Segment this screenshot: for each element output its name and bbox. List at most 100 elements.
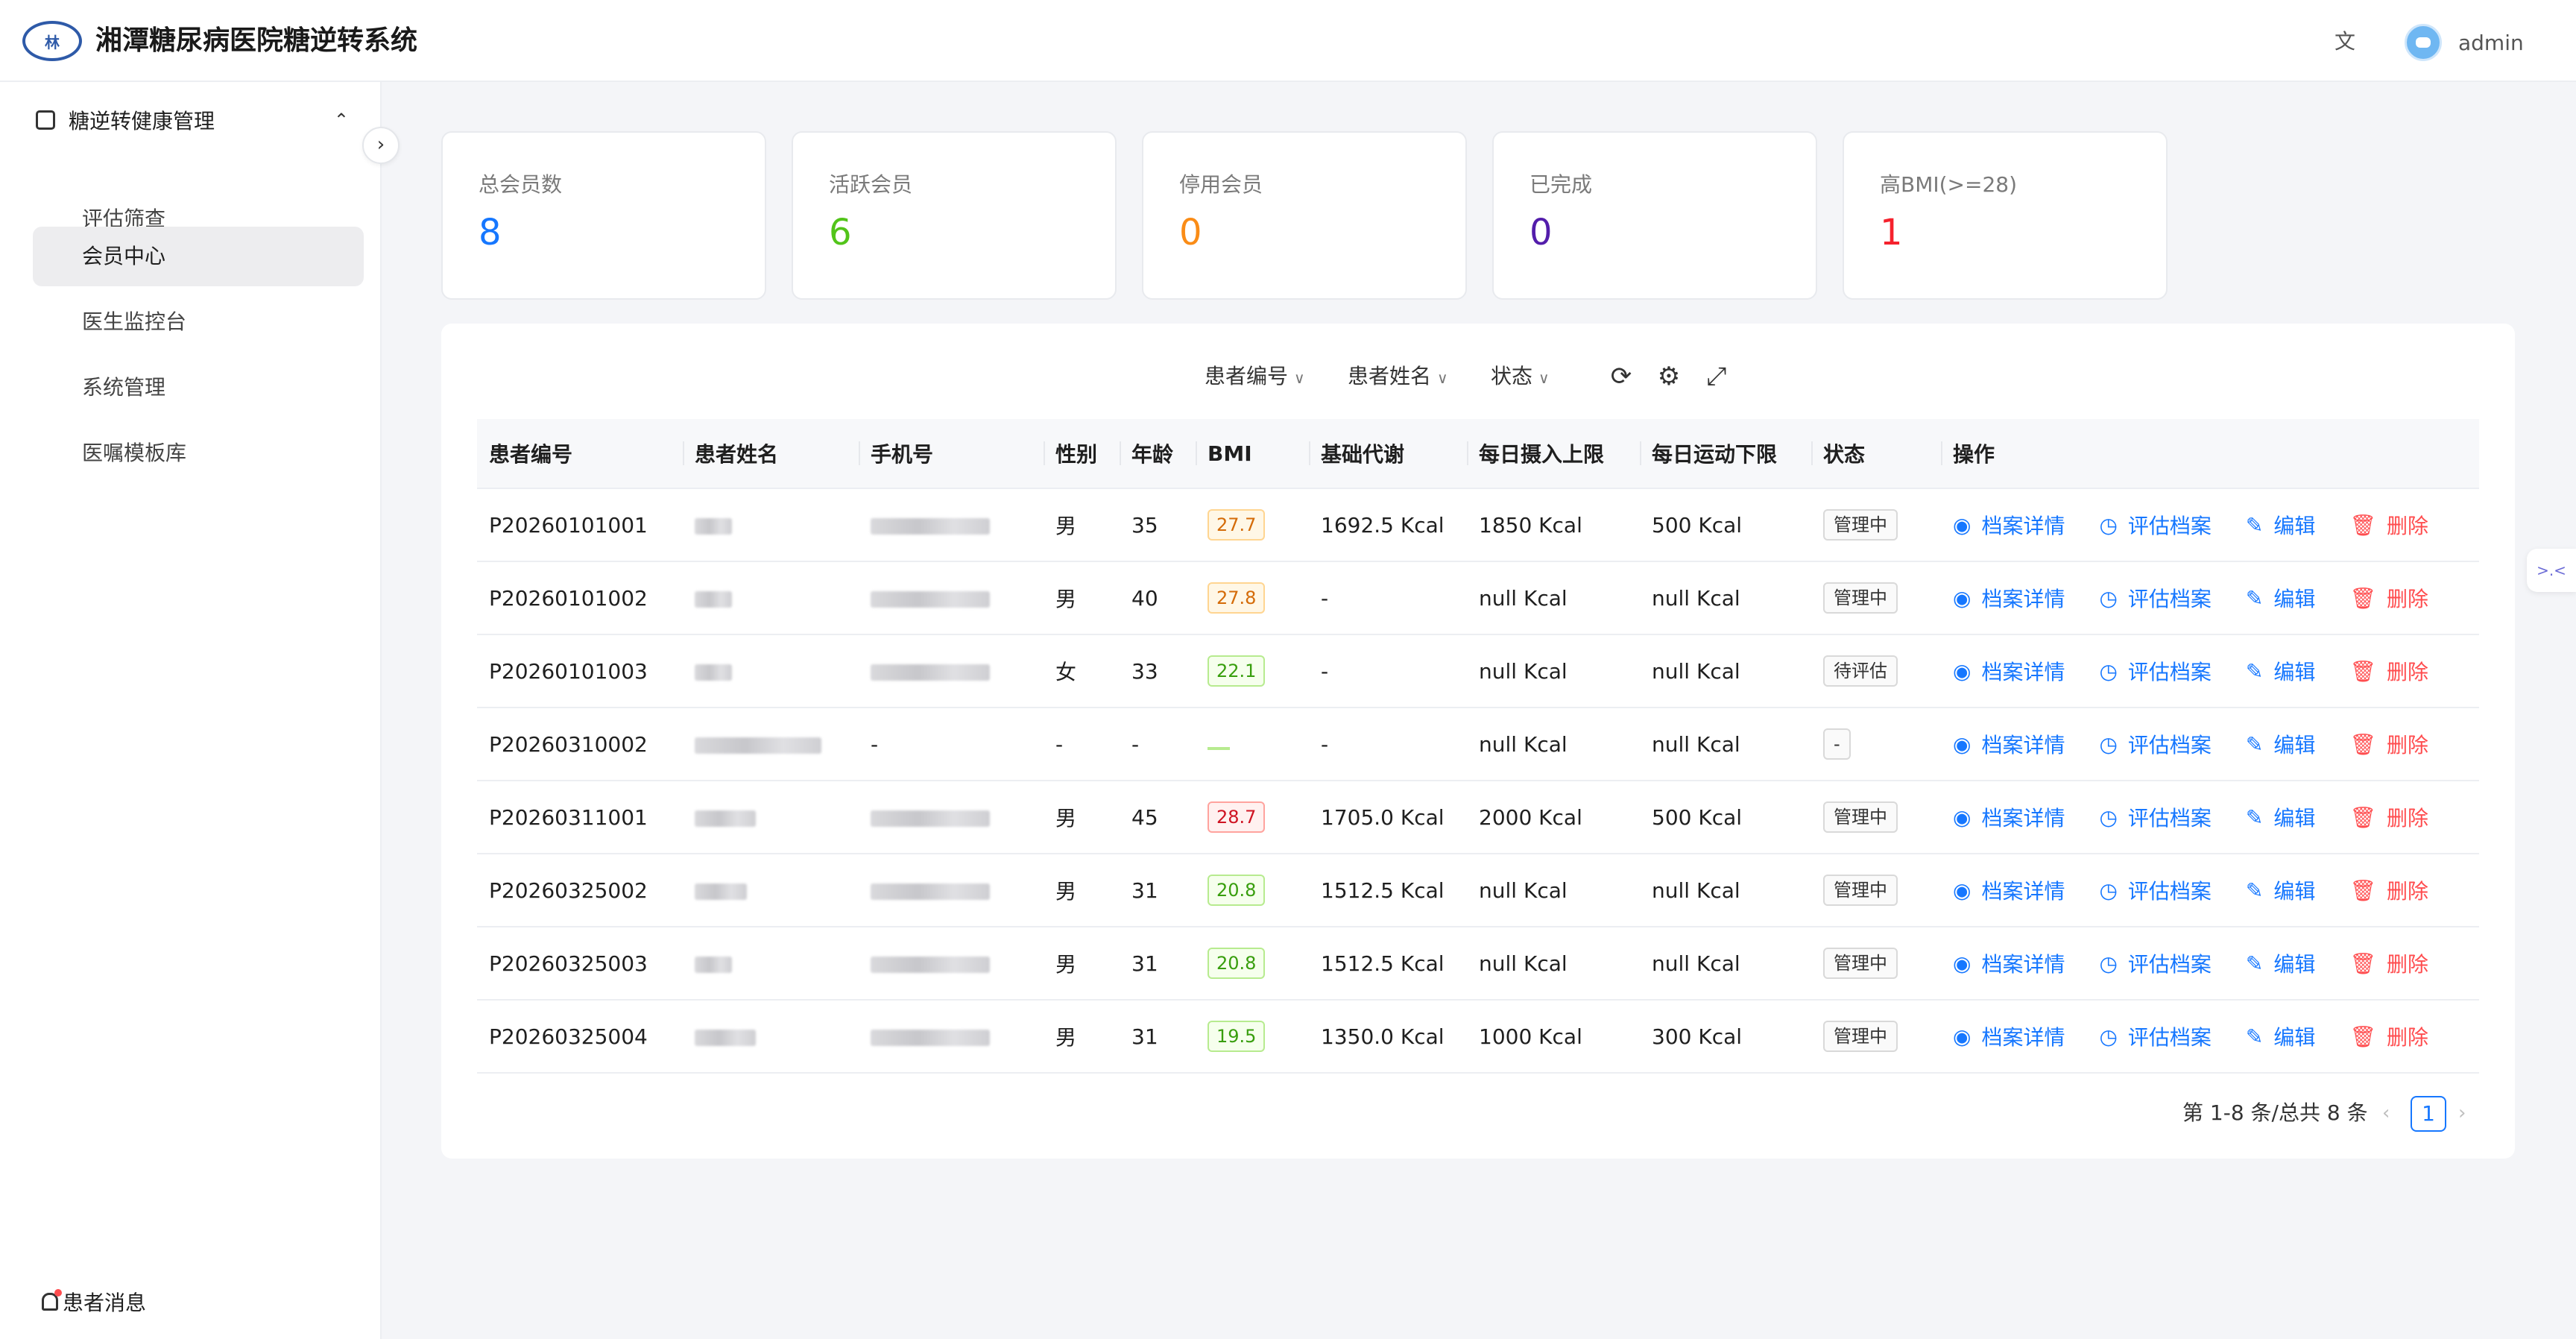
- sidebar-item-member-center[interactable]: 会员中心: [33, 227, 364, 286]
- next-page-icon[interactable]: ›: [2458, 1094, 2466, 1132]
- fullscreen-icon[interactable]: ⤢: [1698, 358, 1735, 395]
- view-profile-link[interactable]: ◉ 档案详情: [1953, 656, 2065, 686]
- delete-label: 删除: [2386, 879, 2428, 904]
- user-avatar[interactable]: [2405, 24, 2442, 61]
- column-header[interactable]: 患者姓名: [683, 419, 859, 489]
- delete-link[interactable]: 🗑 删除: [2349, 875, 2428, 905]
- view-profile-link[interactable]: ◉ 档案详情: [1953, 948, 2065, 978]
- health-box-icon: [36, 110, 55, 130]
- edit-link[interactable]: ✎ 编辑: [2246, 656, 2315, 686]
- table-row: P20260101002 男 40 27.8- null Kcal null Kcal 管理…: [477, 561, 2479, 635]
- translate-icon[interactable]: 文: [2330, 27, 2360, 57]
- assessment-profile-link[interactable]: ◷ 评估档案: [2099, 875, 2211, 905]
- edit-link[interactable]: ✎ 编辑: [2246, 948, 2315, 978]
- view-profile-label: 档案详情: [1981, 514, 2065, 538]
- edit-link[interactable]: ✎ 编辑: [2246, 875, 2315, 905]
- refresh-icon[interactable]: ⟳: [1603, 358, 1640, 395]
- eye-icon: ◉: [1953, 951, 1972, 976]
- patient-id: P20260325003: [477, 927, 683, 1001]
- daily-exercise-minimum: 500 Kcal: [1640, 781, 1811, 854]
- username[interactable]: admin: [2458, 28, 2524, 58]
- patient-messages[interactable]: 患者消息: [42, 1287, 146, 1317]
- basal-metabolism: -: [1309, 561, 1467, 635]
- menu-group-health-management[interactable]: 糖逆转健康管理 ⌃: [36, 103, 349, 137]
- assessment-profile-link[interactable]: ◷ 评估档案: [2099, 656, 2211, 686]
- status-badge: 待评估: [1823, 655, 1898, 687]
- edit-link[interactable]: ✎ 编辑: [2246, 802, 2315, 832]
- filter-patient-id[interactable]: 患者编号 ∨: [1205, 358, 1305, 397]
- page-number-button[interactable]: 1: [2411, 1096, 2446, 1132]
- column-header[interactable]: 患者编号: [477, 419, 683, 489]
- table-row: P20260101001 男 35 27.7 1692.5 Kcal 1850 Kcal 5…: [477, 488, 2479, 562]
- prev-page-icon[interactable]: ‹: [2382, 1094, 2390, 1132]
- delete-label: 删除: [2386, 1025, 2428, 1050]
- view-profile-link[interactable]: ◉ 档案详情: [1953, 510, 2065, 540]
- edit-label: 编辑: [2273, 587, 2316, 611]
- patient-id: P20260101002: [477, 561, 683, 635]
- edit-link[interactable]: ✎ 编辑: [2246, 583, 2315, 613]
- redacted-name: [695, 517, 732, 535]
- status-badge: 管理中: [1823, 1021, 1898, 1052]
- column-header[interactable]: 手机号: [859, 419, 1044, 489]
- view-profile-label: 档案详情: [1981, 587, 2065, 611]
- delete-link[interactable]: 🗑 删除: [2349, 1021, 2428, 1051]
- status-badge: 管理中: [1823, 875, 1898, 906]
- column-header[interactable]: 状态: [1811, 419, 1941, 489]
- daily-intake-limit: null Kcal: [1467, 561, 1640, 635]
- edit-link[interactable]: ✎ 编辑: [2246, 510, 2315, 540]
- column-header[interactable]: 每日摄入上限: [1467, 419, 1640, 489]
- row-actions: ◉ 档案详情 ◷ 评估档案 ✎ 编辑 🗑 删除: [1953, 583, 2467, 613]
- assessment-profile-link[interactable]: ◷ 评估档案: [2099, 802, 2211, 832]
- view-profile-link[interactable]: ◉ 档案详情: [1953, 729, 2065, 759]
- view-profile-link[interactable]: ◉ 档案详情: [1953, 583, 2065, 613]
- assessment-profile-link[interactable]: ◷ 评估档案: [2099, 583, 2211, 613]
- column-header[interactable]: 每日运动下限: [1640, 419, 1811, 489]
- settings-icon[interactable]: ⚙: [1650, 358, 1688, 395]
- delete-link[interactable]: 🗑 删除: [2349, 729, 2428, 759]
- delete-link[interactable]: 🗑 删除: [2349, 510, 2428, 540]
- table-row: P20260311001 男 45 28.7 1705.0 Kcal 2000 Kcal 5…: [477, 781, 2479, 854]
- edit-link[interactable]: ✎ 编辑: [2246, 729, 2315, 759]
- view-profile-link[interactable]: ◉ 档案详情: [1953, 875, 2065, 905]
- column-header[interactable]: 性别: [1044, 419, 1120, 489]
- edit-link[interactable]: ✎ 编辑: [2246, 1021, 2315, 1051]
- row-actions: ◉ 档案详情 ◷ 评估档案 ✎ 编辑 🗑 删除: [1953, 729, 2467, 759]
- history-icon: ◷: [2099, 878, 2118, 903]
- delete-link[interactable]: 🗑 删除: [2349, 802, 2428, 832]
- filter-patient-name[interactable]: 患者姓名 ∨: [1348, 358, 1448, 397]
- delete-link[interactable]: 🗑 删除: [2349, 583, 2428, 613]
- edit-label: 编辑: [2273, 660, 2316, 684]
- daily-exercise-minimum: 300 Kcal: [1640, 1000, 1811, 1074]
- assessment-profile-link[interactable]: ◷ 评估档案: [2099, 729, 2211, 759]
- sidebar-item-order-templates[interactable]: 医嘱模板库: [33, 423, 364, 483]
- stat-value: 6: [829, 212, 852, 253]
- view-profile-label: 档案详情: [1981, 806, 2065, 831]
- assessment-profile-link[interactable]: ◷ 评估档案: [2099, 510, 2211, 540]
- column-header[interactable]: 基础代谢: [1309, 419, 1467, 489]
- delete-link[interactable]: 🗑 删除: [2349, 656, 2428, 686]
- sidebar-collapse-button[interactable]: ›: [362, 127, 400, 164]
- column-header[interactable]: BMI: [1196, 419, 1309, 489]
- eye-icon: ◉: [1953, 585, 1972, 611]
- assessment-profile-link[interactable]: ◷ 评估档案: [2099, 948, 2211, 978]
- edit-label: 编辑: [2273, 952, 2316, 977]
- view-profile-link[interactable]: ◉ 档案详情: [1953, 802, 2065, 832]
- trash-icon: 🗑: [2349, 1024, 2376, 1049]
- filter-status[interactable]: 状态 ∨: [1491, 358, 1550, 397]
- assessment-profile-link[interactable]: ◷ 评估档案: [2099, 1021, 2211, 1051]
- table-row: P20260325003 男 31 20.8 1512.5 Kcal null Kcal n…: [477, 927, 2479, 1001]
- column-header[interactable]: 年龄: [1120, 419, 1196, 489]
- filter-label: 患者姓名: [1348, 364, 1432, 388]
- status-badge: 管理中: [1823, 509, 1898, 541]
- chevron-down-icon: ∨: [1437, 369, 1448, 387]
- view-profile-link[interactable]: ◉ 档案详情: [1953, 1021, 2065, 1051]
- floating-assistant-tab[interactable]: >.<: [2527, 549, 2576, 592]
- row-actions: ◉ 档案详情 ◷ 评估档案 ✎ 编辑 🗑 删除: [1953, 875, 2467, 905]
- view-profile-label: 档案详情: [1981, 660, 2065, 684]
- sidebar-item-doctor-monitor[interactable]: 医生监控台: [33, 292, 364, 352]
- delete-link[interactable]: 🗑 删除: [2349, 948, 2428, 978]
- menu-group-label: 糖逆转健康管理: [69, 109, 215, 133]
- gender: 男: [1044, 854, 1120, 927]
- sidebar-item-system-management[interactable]: 系统管理: [33, 358, 364, 418]
- edit-label: 编辑: [2273, 879, 2316, 904]
